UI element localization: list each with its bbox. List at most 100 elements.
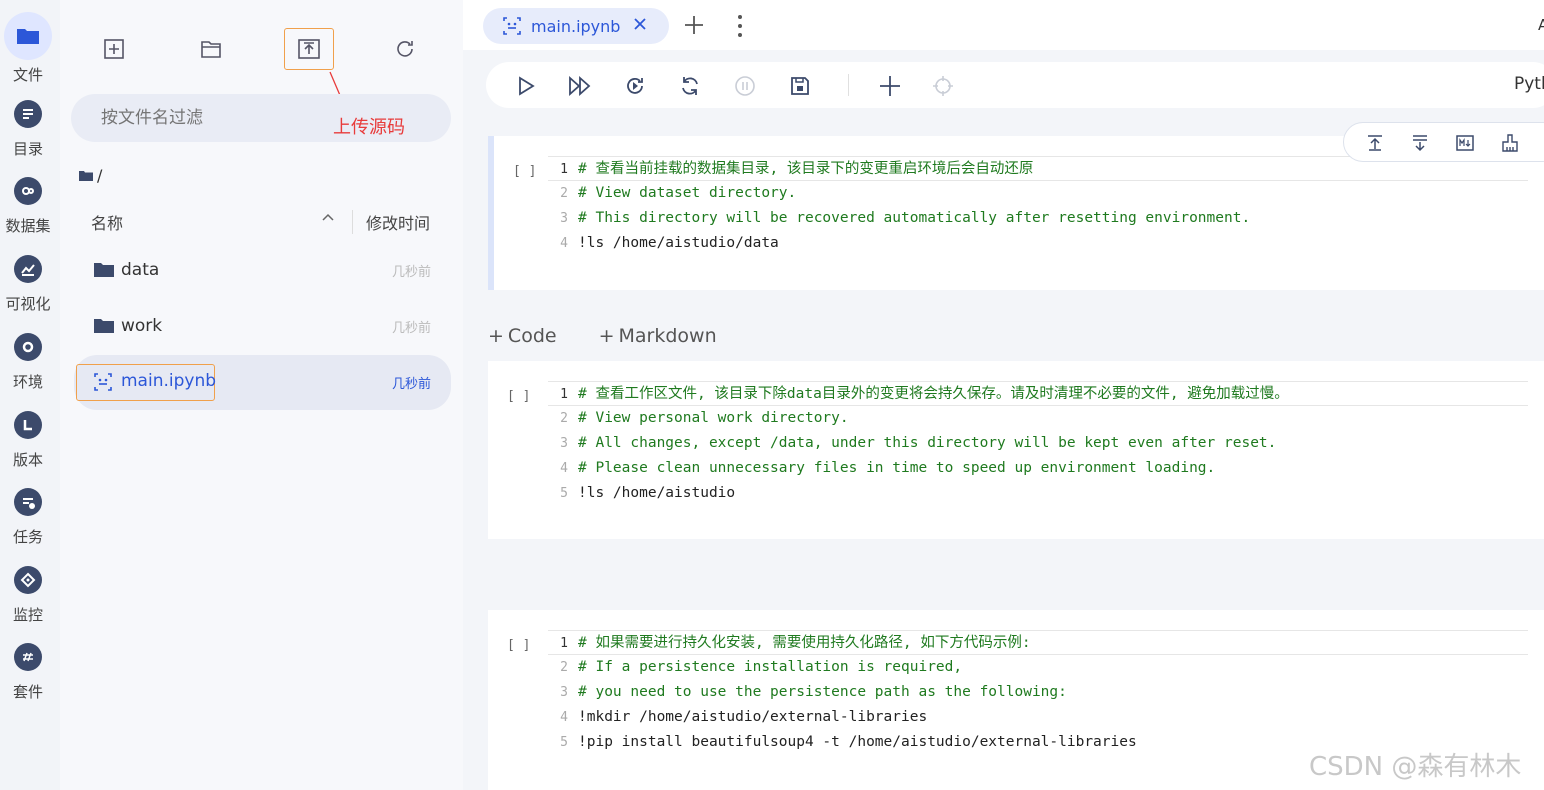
- insert-cell-button[interactable]: [877, 73, 903, 99]
- run-button[interactable]: [513, 73, 539, 99]
- folder-icon: [94, 263, 114, 277]
- add-tab-icon[interactable]: [683, 14, 705, 36]
- code-line: 4 # Please clean unnecessary files in tim…: [548, 456, 1528, 481]
- move-up-button[interactable]: [1364, 132, 1386, 154]
- restart-run-button[interactable]: [622, 73, 648, 99]
- refresh-button[interactable]: [380, 28, 430, 70]
- code-line: 4 !ls /home/aistudio/data: [548, 231, 1528, 256]
- line-number: 1: [560, 387, 568, 402]
- new-file-button[interactable]: [89, 28, 139, 70]
- refresh-icon: [397, 41, 413, 57]
- jupyter-app: 文件 目录 数据集 可视化 环境 版本 任务 监控 套件 按文件名过滤 上传源码…: [0, 0, 1544, 790]
- run-all-button[interactable]: [567, 73, 593, 99]
- crosshair-icon: [933, 76, 953, 96]
- move-down-button[interactable]: [1409, 132, 1431, 154]
- to-markdown-button[interactable]: [1454, 132, 1476, 154]
- code-text: # 查看当前挂载的数据集目录, 该目录下的变更重启环境后会自动还原: [578, 161, 1034, 177]
- upload-button[interactable]: [284, 28, 334, 70]
- line-number: 3: [560, 685, 568, 700]
- version-icon: [14, 411, 42, 439]
- add-cell-row: + Code + Markdown: [488, 325, 717, 347]
- code-text: # 如果需要进行持久化安装, 需要使用持久化路径, 如下方代码示例:: [578, 635, 1031, 651]
- cell-code[interactable]: 1 # 查看工作区文件, 该目录下除data目录外的变更将会持久保存。请及时清理不…: [548, 381, 1528, 506]
- file-row-selected[interactable]: main.ipynb 几秒前: [74, 355, 451, 410]
- line-number: 5: [560, 486, 568, 501]
- locate-cell-button[interactable]: [930, 73, 956, 99]
- code-text: !pip install beautifulsoup4 -t /home/ais…: [578, 734, 1137, 750]
- activity-dataset[interactable]: 数据集: [0, 177, 56, 236]
- watermark: CSDN @森有林木: [1309, 752, 1522, 782]
- cell-code[interactable]: 1 # 查看当前挂载的数据集目录, 该目录下的变更重启环境后会自动还原 2 # Vi…: [548, 156, 1528, 256]
- save-button[interactable]: [787, 73, 813, 99]
- code-text: # If a persistence installation is requi…: [578, 659, 963, 675]
- code-cell[interactable]: [ ] 1 # 查看工作区文件, 该目录下除data目录外的变更将会持久保存。请及…: [488, 361, 1544, 539]
- new-folder-button[interactable]: [186, 28, 236, 70]
- activity-label: 目录: [12, 140, 43, 158]
- activity-suite[interactable]: 套件: [0, 643, 56, 702]
- code-line: 2 # View dataset directory.: [548, 181, 1528, 206]
- notebook-area: main.ipynb A Pyt [] 1 # 查看当前挂载的数据集目录, 该…: [463, 0, 1544, 790]
- activity-label: 套件: [12, 683, 43, 701]
- clear-output-button[interactable]: [1499, 132, 1521, 154]
- close-icon[interactable]: [633, 17, 647, 31]
- line-number: 4: [560, 710, 568, 725]
- breadcrumb-path: /: [97, 166, 103, 185]
- code-line: 2 # View personal work directory.: [548, 406, 1528, 431]
- activity-visualization[interactable]: 可视化: [0, 255, 56, 314]
- code-text: !ls /home/aistudio: [578, 485, 736, 501]
- activity-task[interactable]: 任务: [0, 488, 56, 547]
- line-number: 2: [560, 186, 568, 201]
- environment-icon: [14, 333, 42, 361]
- kernel-name[interactable]: Pyth: [1514, 74, 1544, 94]
- pause-icon: [735, 76, 755, 96]
- refresh-icon: [682, 77, 698, 95]
- col-divider: [352, 210, 353, 234]
- play-icon: [519, 76, 535, 96]
- restart-kernel-button[interactable]: [677, 73, 703, 99]
- brush-icon: [1502, 134, 1518, 152]
- activity-files[interactable]: 文件: [0, 12, 56, 85]
- activity-toc[interactable]: 目录: [0, 100, 56, 159]
- col-name-header[interactable]: 名称: [91, 210, 123, 234]
- activity-files-bg: [4, 12, 52, 60]
- add-markdown-button[interactable]: + Markdown: [599, 325, 717, 347]
- col-time-header[interactable]: 修改时间: [366, 210, 430, 234]
- cell-code[interactable]: 1 # 如果需要进行持久化安装, 需要使用持久化路径, 如下方代码示例: 2 # I…: [548, 630, 1528, 755]
- dataset-icon: [14, 177, 42, 205]
- task-icon: [14, 488, 42, 516]
- activity-environment[interactable]: 环境: [0, 333, 56, 392]
- activity-monitor[interactable]: 监控: [0, 566, 56, 625]
- line-number: 5: [560, 735, 568, 750]
- breadcrumb[interactable]: /: [79, 166, 102, 185]
- notebook-icon: [94, 373, 112, 391]
- folder-icon: [94, 319, 114, 333]
- tab-main-ipynb[interactable]: main.ipynb: [483, 8, 669, 44]
- save-icon: [791, 77, 809, 95]
- insert-below-icon: [1413, 135, 1427, 152]
- code-text: # Please clean unnecessary files in time…: [578, 460, 1216, 476]
- folder-icon: [14, 22, 42, 50]
- insert-above-icon: [1368, 135, 1382, 151]
- plus-icon: [880, 76, 900, 96]
- line-number: 1: [560, 636, 568, 651]
- code-text: # This directory will be recovered autom…: [578, 210, 1251, 226]
- new-file-icon: [104, 39, 124, 59]
- code-line: 2 # If a persistence installation is requ…: [548, 655, 1528, 680]
- file-row[interactable]: work 几秒前: [74, 304, 451, 350]
- sort-up-icon[interactable]: [321, 212, 335, 222]
- activity-label: 环境: [12, 373, 43, 391]
- interrupt-button[interactable]: [732, 73, 758, 99]
- activity-version[interactable]: 版本: [0, 411, 56, 470]
- file-time: 几秒前: [391, 377, 431, 392]
- more-vertical-icon[interactable]: [737, 14, 743, 38]
- code-line: 1 # 如果需要进行持久化安装, 需要使用持久化路径, 如下方代码示例:: [548, 630, 1528, 655]
- file-row[interactable]: data 几秒前: [74, 248, 451, 294]
- add-code-button[interactable]: + Code: [488, 325, 557, 347]
- folder-outline-icon: [201, 41, 221, 58]
- upload-icon: [298, 39, 320, 59]
- file-browser: 上传源码 / 名称 修改时间 data 几秒前 work 几秒前 main.ip…: [60, 0, 463, 790]
- activity-label: 数据集: [5, 217, 51, 235]
- activity-bar: 文件 目录 数据集 可视化 环境 版本 任务 监控 套件: [0, 0, 60, 790]
- file-name: data: [121, 260, 160, 280]
- file-name: main.ipynb: [121, 371, 217, 391]
